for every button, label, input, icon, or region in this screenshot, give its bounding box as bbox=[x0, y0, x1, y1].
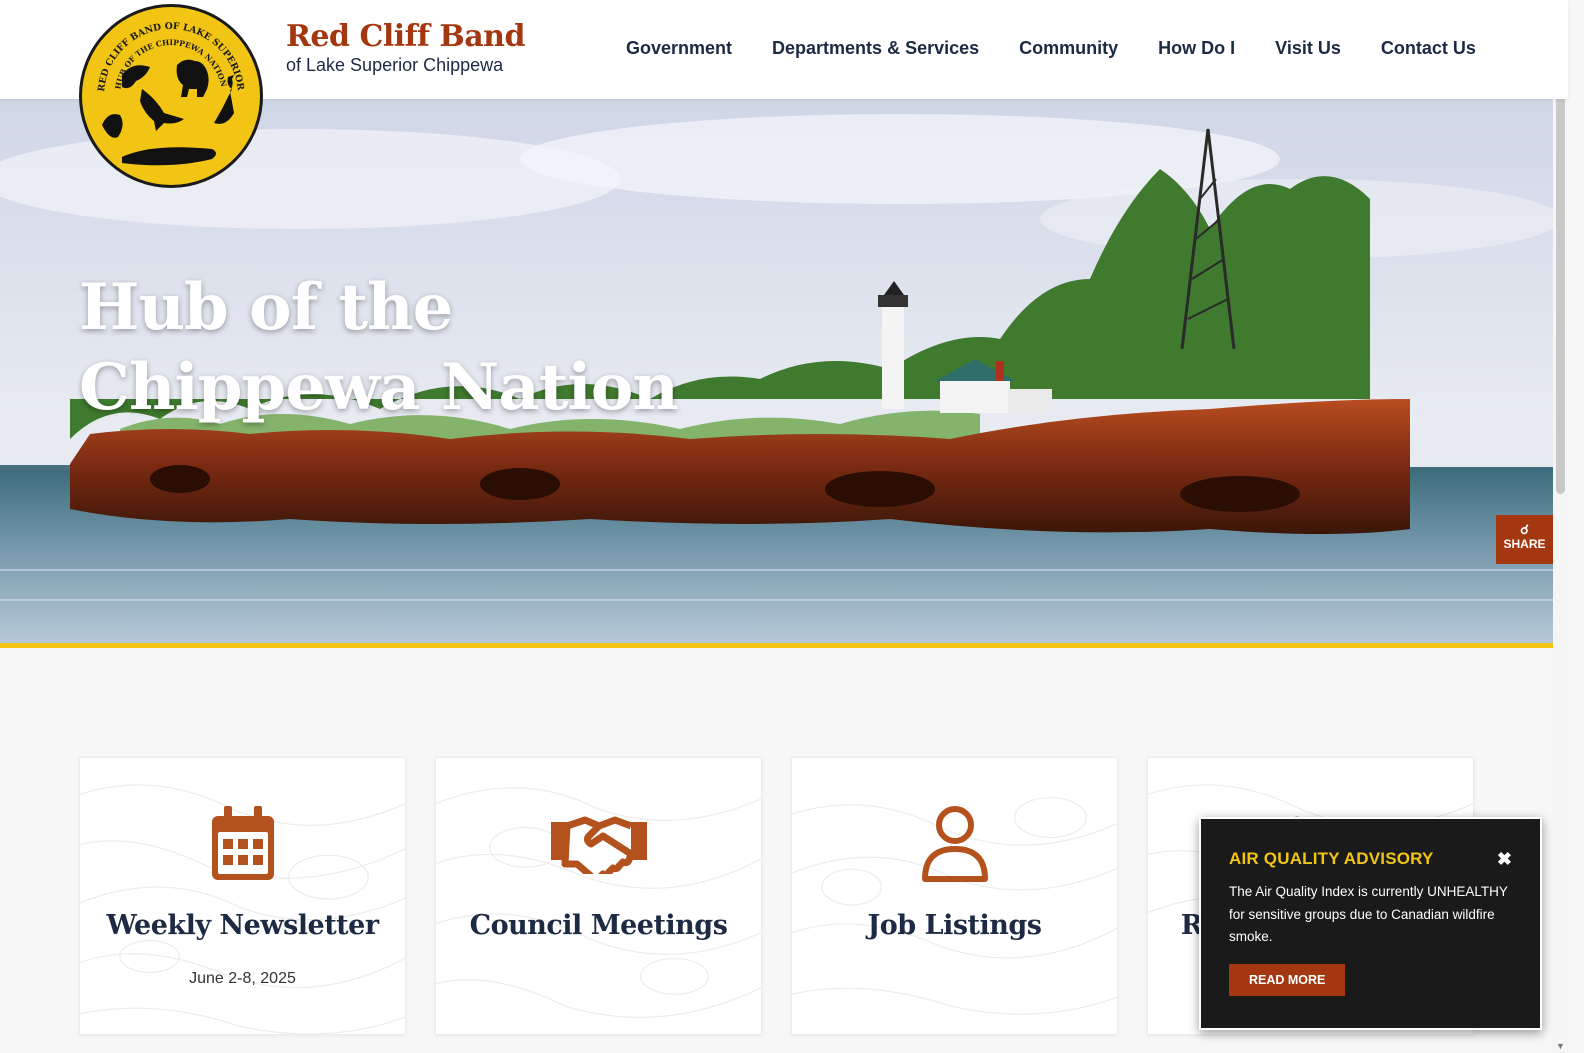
brand-subtitle[interactable]: of Lake Superior Chippewa bbox=[286, 54, 525, 76]
brand-name[interactable]: Red Cliff Band bbox=[286, 20, 525, 54]
card-title[interactable]: Weekly Newsletter bbox=[80, 910, 405, 941]
advisory-text: The Air Quality Index is currently UNHEA… bbox=[1229, 884, 1508, 944]
nav-item-government[interactable]: Government bbox=[626, 38, 732, 59]
nav-item-departments-services[interactable]: Departments & Services bbox=[772, 38, 979, 59]
advisory-title: AIR QUALITY ADVISORY bbox=[1229, 849, 1434, 868]
topo-pattern bbox=[80, 784, 405, 1034]
nav-item-community[interactable]: Community bbox=[1019, 38, 1118, 59]
read-more-button[interactable]: READ MORE bbox=[1229, 963, 1346, 996]
card-title[interactable]: Job Listings bbox=[792, 910, 1117, 941]
air-quality-advisory-popup: AIR QUALITY ADVISORY ✖ The Air Quality I… bbox=[1199, 817, 1542, 1030]
close-icon[interactable]: ✖ bbox=[1497, 849, 1512, 870]
nav-item-how-do-i[interactable]: How Do I bbox=[1158, 38, 1235, 59]
tribal-seal-logo[interactable]: RED CLIFF BAND OF LAKE SUPERIOR CHIPPEWA… bbox=[79, 4, 263, 188]
share-icon: ☌ bbox=[1520, 522, 1529, 537]
share-button[interactable]: ☌ SHARE bbox=[1496, 515, 1553, 564]
nav-item-visit-us[interactable]: Visit Us bbox=[1275, 38, 1341, 59]
user-icon bbox=[792, 804, 1117, 884]
card-job-listings[interactable]: Job Listings bbox=[791, 757, 1118, 1035]
card-subtitle: June 2-8, 2025 bbox=[189, 970, 296, 987]
card-council-meetings[interactable]: Council Meetings bbox=[435, 757, 762, 1035]
hero-title-line1: Hub of the bbox=[79, 270, 453, 345]
main-nav: Government Departments & Services Commun… bbox=[626, 38, 1516, 59]
share-label: SHARE bbox=[1503, 537, 1546, 551]
card-weekly-newsletter[interactable]: Weekly Newsletter June 2-8, 2025 bbox=[79, 757, 406, 1035]
topo-pattern bbox=[792, 797, 1117, 1015]
page-scrollbar[interactable]: ▲ ▼ bbox=[1553, 0, 1568, 1053]
hero-accent-bar bbox=[0, 643, 1553, 648]
topo-pattern bbox=[436, 787, 761, 1018]
nav-item-contact-us[interactable]: Contact Us bbox=[1381, 38, 1476, 59]
hero-title: Hub of the Chippewa Nation bbox=[79, 268, 699, 428]
handshake-icon bbox=[436, 804, 761, 884]
seal-graphic: RED CLIFF BAND OF LAKE SUPERIOR CHIPPEWA… bbox=[82, 7, 246, 166]
card-title[interactable]: Council Meetings bbox=[436, 910, 761, 941]
scroll-down-arrow-icon[interactable]: ▼ bbox=[1556, 1041, 1565, 1051]
calendar-icon bbox=[80, 804, 405, 884]
brand[interactable]: Red Cliff Band of Lake Superior Chippewa bbox=[286, 20, 525, 76]
hero-title-line2: Chippewa Nation bbox=[79, 350, 679, 425]
